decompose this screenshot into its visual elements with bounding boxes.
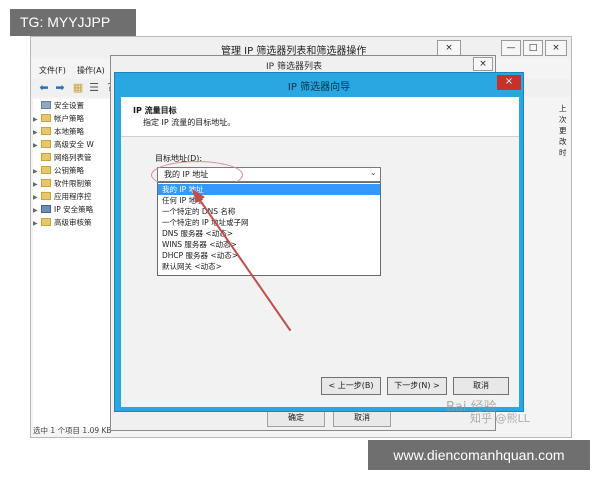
annotation-arrow-icon [192, 189, 291, 331]
watermark-telegram: TG: MYYJJPP [10, 9, 136, 36]
watermark-zhihu: 知乎 @熊LL [470, 412, 530, 425]
watermark-site: www.diencomanhquan.com [368, 440, 590, 470]
